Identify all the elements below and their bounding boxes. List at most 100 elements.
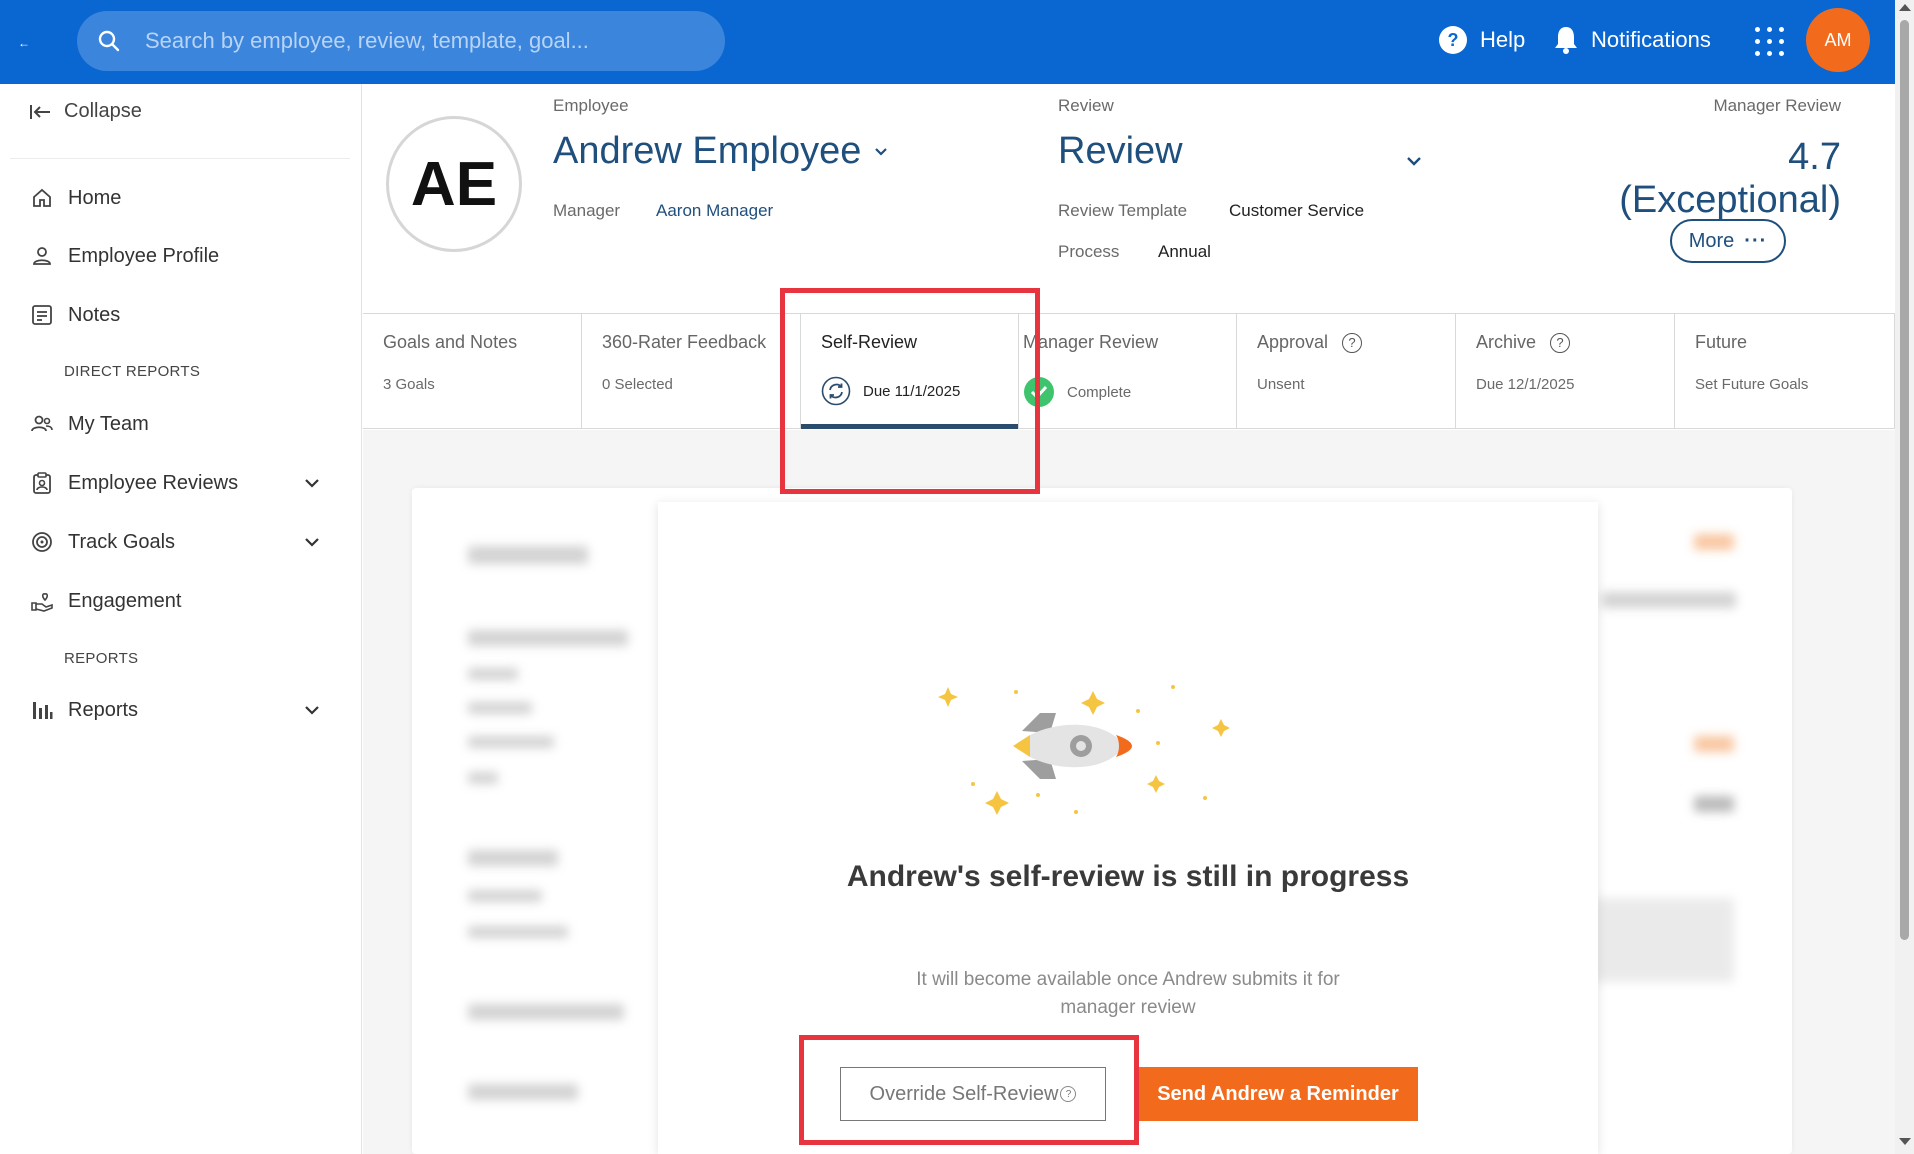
tab-title: Goals and Notes	[383, 332, 518, 352]
clipboard-icon	[33, 472, 51, 494]
notifications-link[interactable]: Notifications	[1553, 25, 1711, 55]
manager-name-link[interactable]: Aaron Manager	[656, 201, 773, 221]
top-navigation-bar: ← ? Help Notifications AM	[0, 0, 1895, 84]
check-circle-icon	[1024, 377, 1054, 407]
tab-title: Archive	[1476, 332, 1537, 352]
page-scrollbar[interactable]	[1895, 0, 1914, 1154]
help-circle-icon[interactable]: ?	[1342, 332, 1363, 353]
sidebar-item-my-team[interactable]: My Team	[30, 412, 330, 436]
chevron-down-icon[interactable]	[302, 532, 322, 552]
sidebar-item-label: Notes	[68, 303, 121, 326]
panel-title: Andrew's self-review is still in progres…	[846, 860, 1410, 893]
tab-title-row: Approval ?	[1257, 332, 1363, 353]
sidebar-item-notes[interactable]: Notes	[30, 303, 330, 327]
employee-name: Andrew Employee	[553, 130, 862, 172]
tab-self-review[interactable]: Self-Review Due 11/1/2025	[800, 314, 1019, 440]
tab-approval[interactable]: Approval ? Unsent	[1237, 314, 1456, 428]
sidebar-item-track-goals[interactable]: Track Goals	[30, 530, 330, 554]
blurred-text	[468, 668, 518, 680]
chevron-down-icon[interactable]	[302, 700, 322, 720]
more-label: More	[1688, 229, 1735, 252]
notes-icon	[32, 305, 52, 325]
override-label: Override Self-Review	[869, 1082, 1059, 1105]
blurred-text	[1694, 796, 1734, 812]
help-label: Help	[1480, 27, 1526, 52]
person-icon	[33, 247, 51, 265]
blurred-text	[468, 630, 628, 646]
tab-future[interactable]: Future Set Future Goals	[1675, 314, 1895, 428]
sidebar-item-label: Track Goals	[68, 530, 176, 553]
sidebar-item-label: Engagement	[68, 589, 182, 612]
collapse-button[interactable]: Collapse	[28, 100, 142, 123]
blurred-text	[468, 736, 554, 748]
scroll-down-arrow[interactable]	[1899, 1138, 1911, 1145]
tab-title: Self-Review	[821, 332, 918, 352]
home-icon	[33, 188, 51, 207]
tab-goals-and-notes[interactable]: Goals and Notes 3 Goals	[363, 314, 582, 428]
tab-subtitle: Unsent	[1257, 376, 1305, 393]
sidebar-item-label: Employee Profile	[68, 244, 220, 267]
blurred-text	[468, 890, 542, 902]
sidebar-item-reports[interactable]: Reports	[30, 698, 330, 722]
override-self-review-button[interactable]: Override Self-Review ?	[840, 1067, 1106, 1121]
tab-subtitle-row: Due 11/1/2025	[821, 376, 960, 406]
chevron-down-icon	[875, 147, 888, 156]
notifications-label: Notifications	[1591, 27, 1711, 52]
tab-title-row: Archive ?	[1476, 332, 1571, 353]
search-icon	[98, 30, 120, 52]
user-avatar[interactable]: AM	[1806, 8, 1870, 72]
target-icon	[32, 532, 52, 552]
tab-manager-review[interactable]: Manager Review Complete	[1019, 314, 1237, 428]
blurred-text	[1694, 736, 1734, 752]
tab-subtitle-row: Complete	[1023, 376, 1131, 408]
tab-subtitle: Set Future Goals	[1695, 376, 1809, 393]
tab-subtitle: Due 11/1/2025	[863, 382, 961, 400]
rocket-illustration-icon	[938, 685, 1230, 815]
svg-text:?: ?	[1448, 30, 1459, 50]
tab-title: Approval	[1257, 332, 1329, 352]
sidebar-item-employee-reviews[interactable]: Employee Reviews	[30, 471, 330, 495]
blurred-text	[468, 926, 568, 938]
in-progress-sync-icon	[821, 376, 851, 406]
section-reports: REPORTS	[64, 650, 139, 667]
engagement-icon	[31, 593, 53, 612]
tab-subtitle: Due 12/1/2025	[1476, 376, 1575, 393]
collapse-arrow-icon	[30, 104, 50, 119]
tab-360-rater-feedback[interactable]: 360-Rater Feedback 0 Selected	[582, 314, 801, 428]
sidebar-item-engagement[interactable]: Engagement	[30, 589, 330, 613]
sidebar-item-employee-profile[interactable]: Employee Profile	[30, 244, 330, 268]
sidebar-item-home[interactable]: Home	[30, 186, 330, 210]
manager-review-label: Manager Review	[1713, 96, 1841, 115]
blurred-text	[468, 1004, 624, 1020]
tab-archive[interactable]: Archive ? Due 12/1/2025	[1456, 314, 1675, 428]
ellipsis-icon: ···	[1744, 229, 1768, 252]
employee-label: Employee	[553, 96, 629, 115]
process-value: Annual	[1158, 242, 1211, 261]
chevron-down-icon[interactable]	[1403, 150, 1425, 172]
help-link[interactable]: ? Help	[1438, 25, 1525, 55]
chevron-down-icon[interactable]	[302, 473, 322, 493]
back-arrow-icon[interactable]: ←	[18, 36, 30, 50]
send-reminder-button[interactable]: Send Andrew a Reminder	[1138, 1067, 1418, 1121]
tab-title: 360-Rater Feedback	[602, 332, 767, 352]
team-icon	[31, 415, 53, 432]
tab-title: Future	[1695, 332, 1748, 352]
reminder-label: Send Andrew a Reminder	[1157, 1082, 1399, 1105]
apps-grid-icon[interactable]	[1755, 27, 1785, 57]
blurred-text	[468, 772, 498, 784]
scroll-up-arrow[interactable]	[1899, 4, 1911, 11]
employee-name-dropdown[interactable]: Andrew Employee	[553, 130, 891, 173]
help-circle-icon[interactable]: ?	[1550, 332, 1571, 353]
blurred-text	[468, 1084, 578, 1100]
bell-icon	[1555, 27, 1577, 54]
review-steps-tabs: Goals and Notes 3 Goals 360-Rater Feedba…	[363, 313, 1895, 440]
scrollbar-thumb[interactable]	[1900, 20, 1909, 940]
blurred-text	[468, 702, 532, 714]
more-button[interactable]: More ···	[1670, 219, 1786, 263]
search-input[interactable]	[145, 21, 705, 61]
employee-avatar: AE	[386, 116, 522, 252]
tab-subtitle: 0 Selected	[602, 376, 673, 393]
search-bar[interactable]	[77, 11, 725, 71]
review-title: Review	[1058, 130, 1183, 172]
tab-title: Manager Review	[1023, 332, 1159, 352]
